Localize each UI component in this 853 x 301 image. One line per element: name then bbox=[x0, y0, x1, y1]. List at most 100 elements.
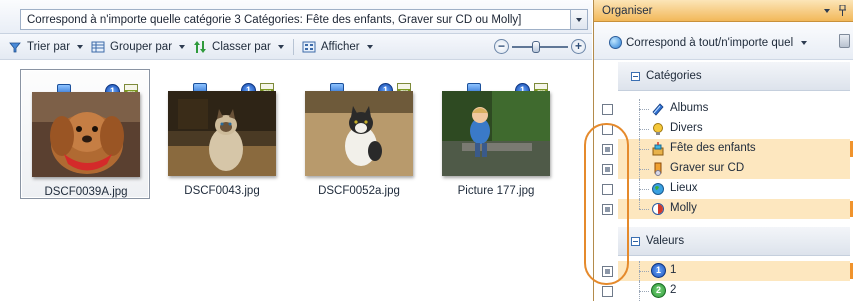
thumbnail-caption: DSCF0052a.jpg bbox=[318, 185, 400, 197]
toolbar-separator bbox=[292, 38, 294, 55]
values-header-label: Valeurs bbox=[646, 235, 685, 247]
thumbnail-frame[interactable]: 1 JPG Picture 17 bbox=[431, 69, 561, 199]
checkbox-lieux[interactable] bbox=[602, 184, 613, 195]
tree-connector bbox=[639, 199, 640, 209]
collapse-icon[interactable] bbox=[631, 71, 640, 81]
zoom-out-icon[interactable]: − bbox=[494, 39, 509, 54]
filter-bar: Correspond à n'importe quelle catégorie … bbox=[0, 0, 592, 34]
photo-child bbox=[442, 91, 550, 176]
toolbar: Trier par Grouper par Classer par Affich… bbox=[0, 34, 592, 60]
zoom-slider[interactable]: − + bbox=[494, 39, 586, 55]
thumbnail-item[interactable]: 1 JPG bbox=[157, 69, 287, 209]
party-icon bbox=[652, 142, 664, 156]
filter-text: Correspond à n'importe quelle catégorie … bbox=[27, 13, 522, 26]
zoom-in-icon[interactable]: + bbox=[571, 39, 586, 54]
order-by-label: Classer par bbox=[212, 40, 271, 53]
checkbox-value-1[interactable] bbox=[602, 266, 613, 277]
category-item-fete-des-enfants[interactable]: Fête des enfants bbox=[618, 139, 850, 159]
categories-group-header[interactable]: Catégories bbox=[618, 61, 850, 91]
category-item-lieux[interactable]: Lieux bbox=[618, 179, 850, 199]
zoom-thumb[interactable] bbox=[532, 41, 540, 53]
globe-icon bbox=[609, 36, 622, 49]
category-label: Graver sur CD bbox=[670, 162, 745, 174]
checkbox-albums[interactable] bbox=[602, 104, 613, 115]
organiser-title: Organiser bbox=[602, 4, 653, 17]
categories-header-label: Catégories bbox=[646, 70, 702, 82]
category-item-albums[interactable]: Albums bbox=[618, 99, 850, 119]
globe-places-icon bbox=[652, 183, 664, 195]
organiser-panel: Organiser Correspond à tout/n'importe qu… bbox=[593, 0, 853, 301]
chevron-down-icon bbox=[77, 44, 84, 49]
sort-by-label: Trier par bbox=[27, 40, 71, 53]
order-by-button[interactable]: Classer par bbox=[193, 36, 284, 58]
category-label: Divers bbox=[670, 122, 703, 134]
match-mode-dropdown[interactable]: Correspond à tout/n'importe quel bbox=[609, 36, 808, 49]
pin-icon[interactable] bbox=[839, 5, 846, 16]
filter-dropdown[interactable]: Correspond à n'importe quelle catégorie … bbox=[20, 9, 588, 30]
photo-browser: Correspond à n'importe quelle catégorie … bbox=[0, 0, 592, 301]
category-label: Fête des enfants bbox=[670, 142, 756, 154]
view-label: Afficher bbox=[320, 40, 360, 53]
category-label: Albums bbox=[670, 102, 709, 114]
checkbox-graver-sur-cd[interactable] bbox=[602, 164, 613, 175]
checkbox-column bbox=[594, 61, 618, 301]
chevron-down-icon bbox=[801, 40, 808, 45]
thumbnail-frame[interactable]: 1 JPG bbox=[294, 69, 424, 199]
category-item-molly[interactable]: Molly bbox=[618, 199, 850, 219]
tree-connector bbox=[639, 291, 649, 292]
chevron-down-icon bbox=[366, 44, 373, 49]
match-mode-row: Correspond à tout/n'importe quel bbox=[594, 22, 853, 60]
thumbnail-caption: DSCF0043.jpg bbox=[184, 185, 260, 197]
tree-connector bbox=[639, 129, 649, 130]
category-item-graver-sur-cd[interactable]: Graver sur CD bbox=[618, 159, 850, 179]
values-group-header[interactable]: Valeurs bbox=[618, 226, 850, 256]
group-by-label: Grouper par bbox=[110, 40, 173, 53]
group-icon bbox=[91, 41, 105, 52]
category-label: Lieux bbox=[670, 182, 698, 194]
tree-connector bbox=[639, 209, 649, 210]
view-button[interactable]: Afficher bbox=[302, 36, 373, 58]
tree-connector bbox=[639, 109, 649, 110]
tree-connector bbox=[639, 169, 649, 170]
view-icon bbox=[302, 41, 316, 52]
thumbnail-item[interactable]: 1 JPG bbox=[20, 69, 150, 209]
thumbnail-item[interactable]: 1 JPG Picture 17 bbox=[431, 69, 561, 209]
lightbulb-icon bbox=[653, 123, 663, 135]
photo-cat-sitting bbox=[168, 91, 276, 176]
tree-connector bbox=[639, 149, 649, 150]
value-item-2[interactable]: 2 2 bbox=[618, 281, 850, 301]
group-by-button[interactable]: Grouper par bbox=[91, 36, 186, 58]
value-label: 1 bbox=[670, 264, 677, 276]
value-label: 2 bbox=[670, 284, 677, 296]
thumbnail-caption: DSCF0039A.jpg bbox=[44, 186, 128, 198]
sort-icon bbox=[9, 42, 21, 52]
organiser-header: Organiser bbox=[594, 0, 853, 22]
chevron-down-icon bbox=[277, 44, 284, 49]
chevron-down-icon bbox=[179, 44, 186, 49]
zoom-track[interactable] bbox=[512, 46, 568, 48]
sort-by-button[interactable]: Trier par bbox=[8, 36, 84, 58]
filter-dropdown-button[interactable] bbox=[570, 10, 587, 29]
category-tree: Catégories Albums Divers Fête des enfant… bbox=[594, 61, 853, 301]
tree-connector bbox=[639, 189, 649, 190]
panel-menu-icon[interactable] bbox=[824, 9, 830, 13]
value-item-1[interactable]: 1 1 bbox=[618, 261, 850, 281]
collapse-icon[interactable] bbox=[631, 236, 640, 246]
checkbox-value-2[interactable] bbox=[602, 286, 613, 297]
trash-icon[interactable] bbox=[839, 34, 850, 48]
burn-cd-icon bbox=[654, 162, 662, 176]
rating-1-icon: 1 bbox=[651, 263, 666, 278]
thumbnail-frame[interactable]: 1 JPG bbox=[157, 69, 287, 199]
checkbox-divers[interactable] bbox=[602, 124, 613, 135]
thumbnail-item[interactable]: 1 JPG bbox=[294, 69, 424, 209]
category-item-divers[interactable]: Divers bbox=[618, 119, 850, 139]
checkbox-fete-des-enfants[interactable] bbox=[602, 144, 613, 155]
albums-icon bbox=[652, 103, 664, 116]
match-mode-label: Correspond à tout/n'importe quel bbox=[626, 36, 794, 49]
thumbnail-frame[interactable]: 1 JPG bbox=[20, 69, 150, 199]
photo-cat-carpet bbox=[305, 91, 413, 176]
order-arrows-icon bbox=[194, 40, 207, 53]
checkbox-molly[interactable] bbox=[602, 204, 613, 215]
rating-2-icon: 2 bbox=[651, 283, 666, 298]
thumbnail-caption: Picture 177.jpg bbox=[457, 185, 535, 197]
